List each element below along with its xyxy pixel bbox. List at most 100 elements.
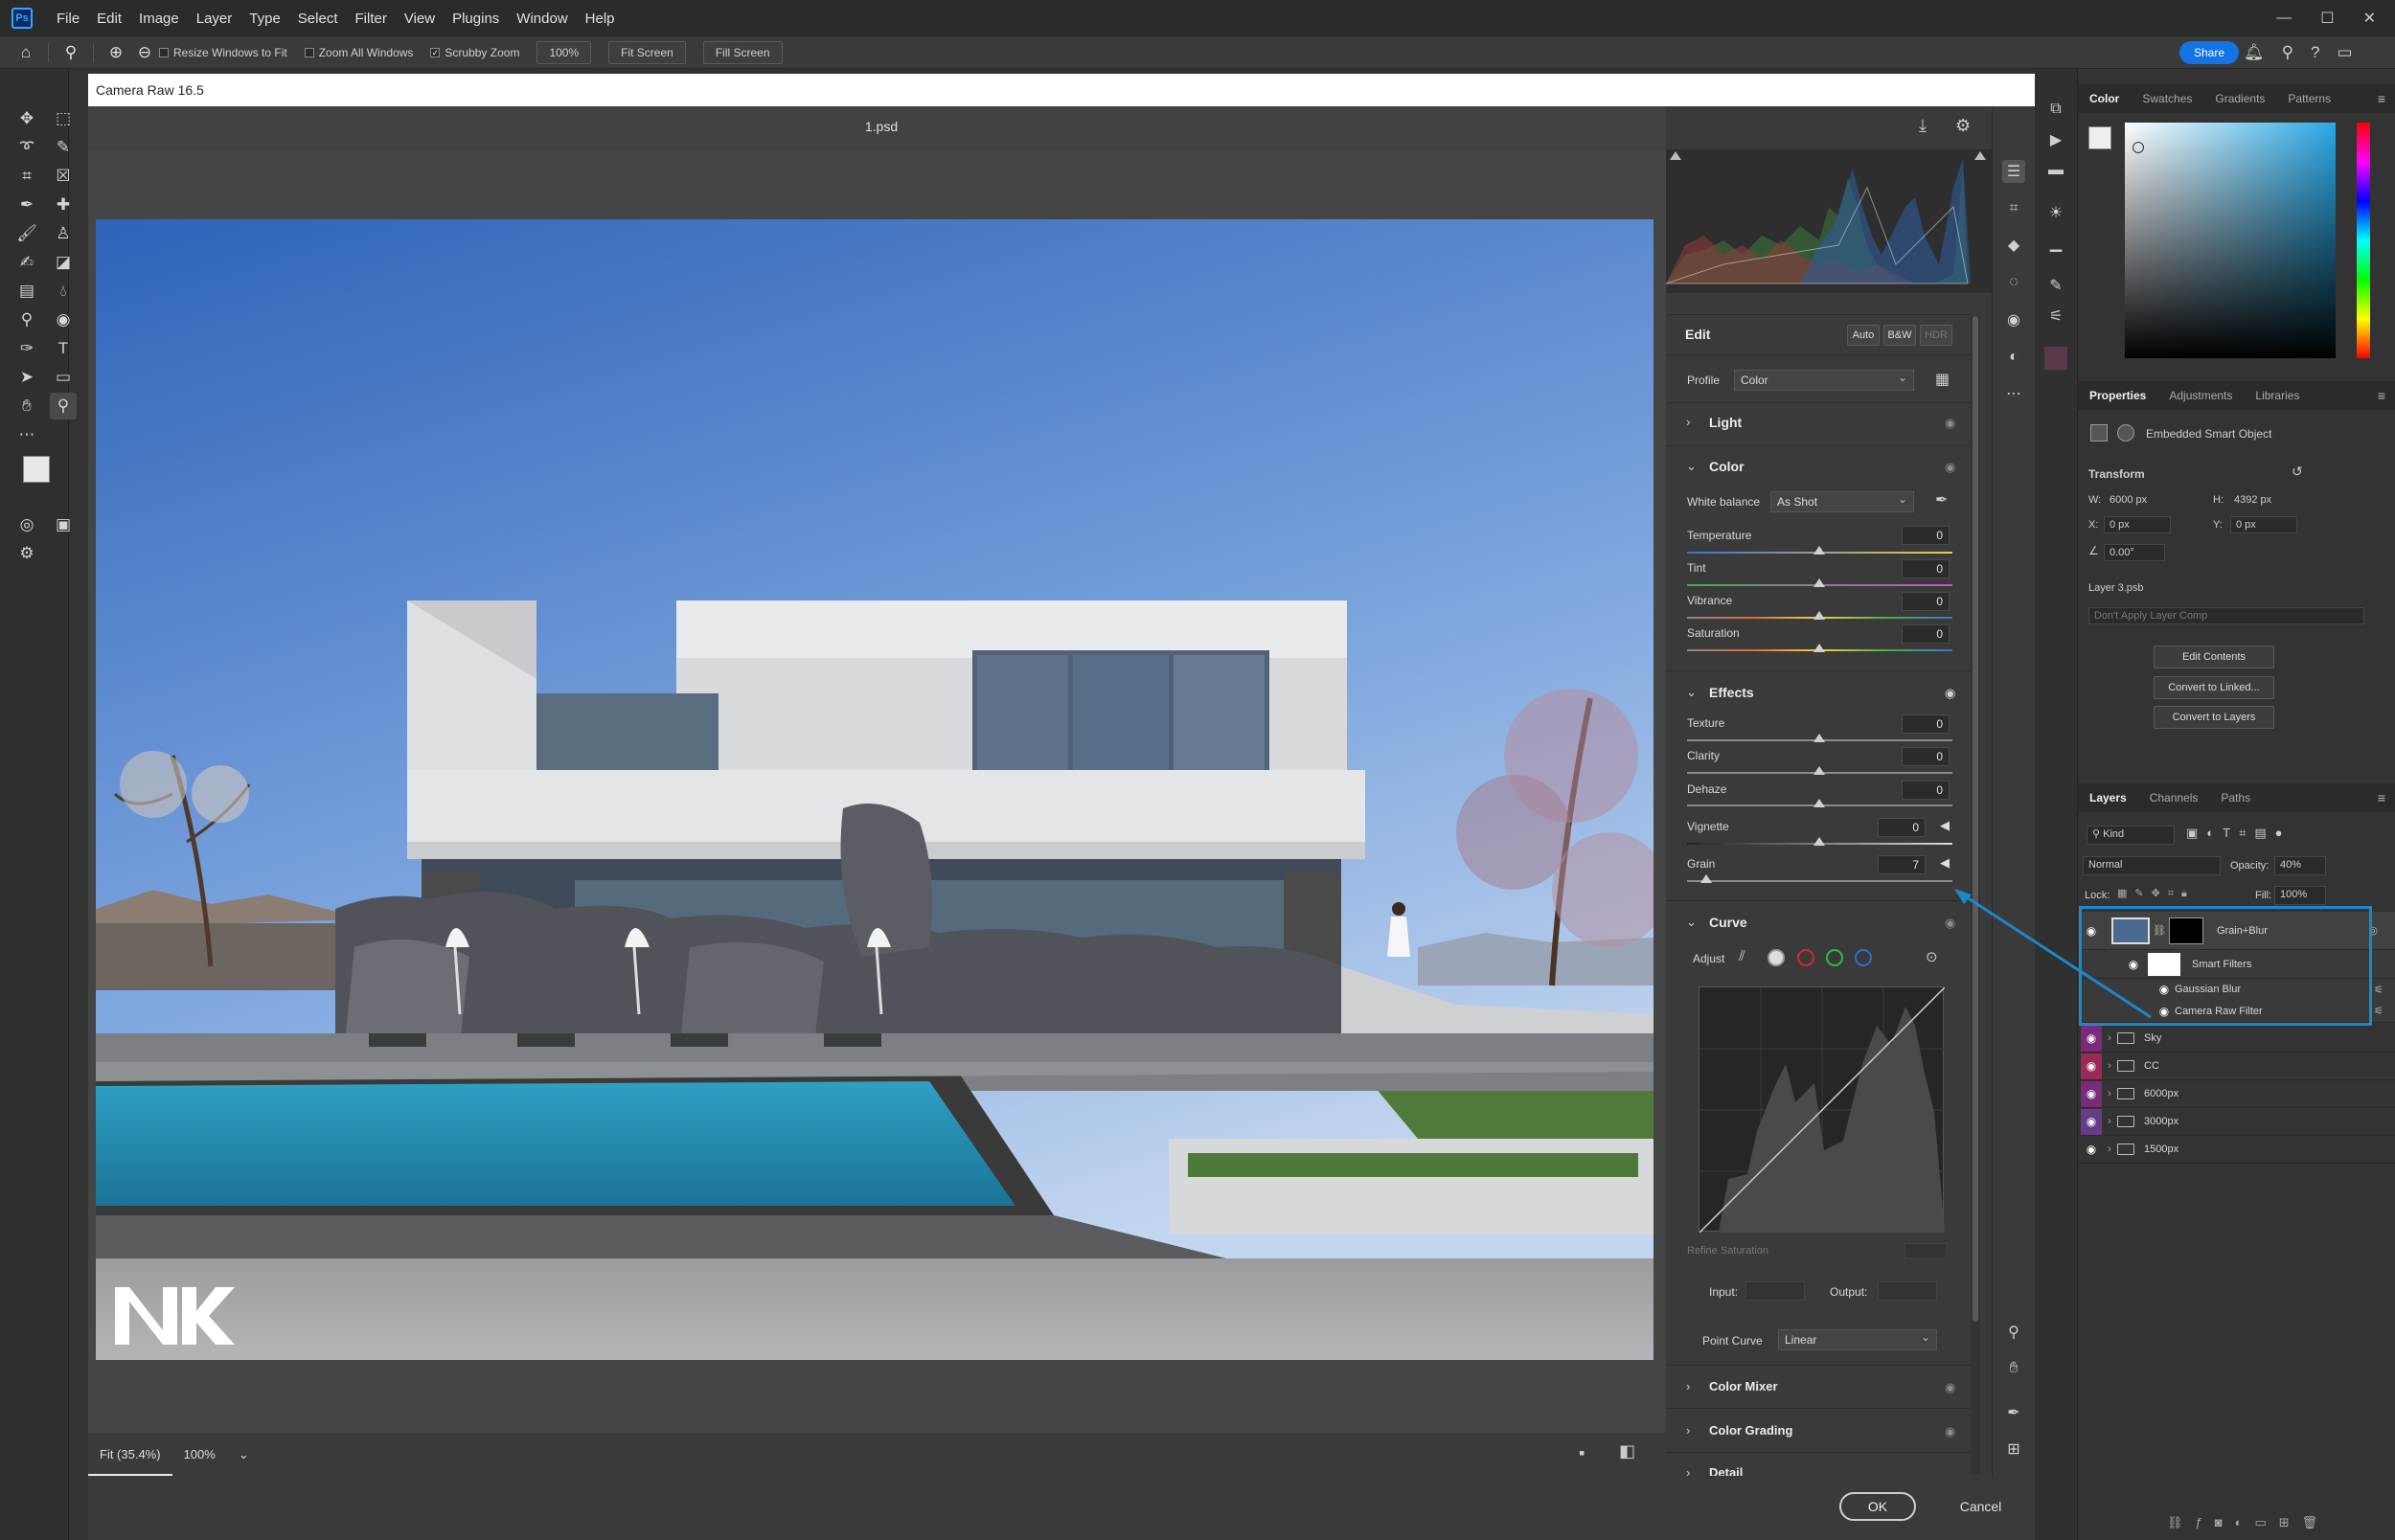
zoom-all-checkbox[interactable]: Zoom All Windows — [304, 46, 413, 59]
chevron-down-icon[interactable]: ⌄ — [1686, 685, 1697, 700]
path-select-icon[interactable]: ➤ — [13, 364, 40, 391]
chevron-right-icon[interactable]: › — [2102, 1032, 2117, 1044]
quick-mask-icon[interactable]: ◎ — [13, 511, 40, 538]
type-tool-icon[interactable]: T — [50, 335, 77, 362]
share-button[interactable]: Share — [2179, 41, 2240, 64]
adjustments-icon[interactable]: ☀ — [2044, 201, 2067, 224]
vignette-value[interactable]: 0 — [1878, 818, 1926, 837]
output-field[interactable] — [1878, 1281, 1937, 1301]
layer-actions-icons[interactable]: ⛓︎ƒ◙◐▭⊞🗑︎ — [2167, 1515, 2330, 1530]
white-balance-dropdown[interactable]: As Shot — [1770, 489, 1914, 512]
color-picker-cursor[interactable] — [2133, 142, 2144, 153]
bw-button[interactable]: B&W — [1883, 325, 1916, 346]
tint-value[interactable]: 0 — [1902, 559, 1950, 578]
color-section-title[interactable]: Color — [1709, 459, 1745, 474]
expand-triangle-icon[interactable]: ◀ — [1940, 818, 1950, 833]
crop-tool-icon[interactable]: ⌗ — [13, 163, 40, 190]
home-icon[interactable]: ⌂ — [11, 43, 40, 62]
lasso-tool-icon[interactable]: ➰︎ — [13, 134, 40, 161]
hand-icon[interactable]: ✋︎ — [2002, 1357, 2025, 1380]
panel-menu-icon[interactable]: ≡ — [2378, 790, 2385, 805]
menu-file[interactable]: File — [48, 11, 88, 27]
lock-icons[interactable]: ▦✎✥⌗🔒︎ — [2117, 887, 2195, 900]
highlight-clipping-icon[interactable] — [1974, 151, 1986, 160]
more-options-icon[interactable]: ⋯ — [2002, 382, 2025, 405]
zoom-100-button[interactable]: 100% — [172, 1433, 227, 1476]
healing-brush-icon[interactable]: ✚ — [50, 192, 77, 218]
hue-slider[interactable] — [2357, 123, 2370, 358]
workspace-icon[interactable]: ▭ — [2338, 43, 2353, 62]
foreground-swatch[interactable] — [2088, 126, 2111, 149]
visibility-eye-icon[interactable]: ◉ — [2081, 1053, 2102, 1079]
layer-group-1500px[interactable]: ◉ › 1500px — [2078, 1136, 2395, 1164]
saturation-value[interactable]: 0 — [1902, 624, 1950, 644]
hdr-button[interactable]: HDR — [1920, 325, 1952, 346]
filter-options-icon[interactable]: ⚟ — [2374, 1005, 2384, 1017]
chevron-down-icon[interactable]: ⌄ — [1686, 459, 1697, 474]
panel-menu-icon[interactable]: ≡ — [2378, 91, 2385, 106]
grid-overlay-icon[interactable]: ⊞ — [2002, 1438, 2025, 1461]
menu-view[interactable]: View — [396, 11, 444, 27]
chevron-down-icon[interactable]: ⌄ — [1686, 915, 1697, 930]
vignette-thumb[interactable] — [1813, 837, 1825, 846]
eye-icon[interactable]: ◉ — [1945, 416, 1955, 431]
tab-gradients[interactable]: Gradients — [2203, 92, 2276, 105]
red-eye-icon[interactable]: ◉ — [2002, 308, 2025, 331]
tab-layers[interactable]: Layers — [2078, 791, 2138, 804]
convert-to-linked-button[interactable]: Convert to Linked... — [2154, 676, 2274, 699]
menu-image[interactable]: Image — [130, 11, 188, 27]
temperature-value[interactable]: 0 — [1902, 526, 1950, 545]
tab-channels[interactable]: Channels — [2138, 791, 2210, 804]
menu-type[interactable]: Type — [240, 11, 289, 27]
eye-icon[interactable]: ◉ — [1945, 916, 1955, 931]
light-section-title[interactable]: Light — [1709, 415, 1742, 430]
tab-libraries[interactable]: Libraries — [2244, 389, 2311, 402]
foreground-color-swatch[interactable] — [23, 456, 50, 483]
tab-adjustments[interactable]: Adjustments — [2157, 389, 2244, 402]
curve-section-title[interactable]: Curve — [1709, 915, 1747, 930]
layer-group-6000px[interactable]: ◉ › 6000px — [2078, 1080, 2395, 1108]
properties-icon[interactable]: ⚟ — [2044, 305, 2067, 328]
menu-plugins[interactable]: Plugins — [444, 11, 508, 27]
chevron-right-icon[interactable]: › — [1686, 1379, 1690, 1393]
chevron-right-icon[interactable]: › — [1686, 1423, 1690, 1438]
move-tool-icon[interactable]: ✥ — [13, 105, 40, 132]
remove-tool-icon[interactable]: ◆ — [2002, 234, 2025, 257]
expand-triangle-icon[interactable]: ◀ — [1940, 855, 1950, 871]
saturation-thumb[interactable] — [1813, 644, 1825, 652]
brush-settings-icon[interactable]: ✎ — [2044, 274, 2067, 297]
search-icon[interactable]: ⚲ — [2282, 43, 2293, 62]
color-sampler-icon[interactable]: ✒ — [2002, 1401, 2025, 1424]
eye-icon[interactable]: ◉ — [1945, 460, 1955, 475]
layer-group-cc[interactable]: ◉ › CC — [2078, 1053, 2395, 1080]
save-icon[interactable]: ⤓ — [1919, 116, 1927, 136]
settings-gear-icon[interactable]: ⚙ — [1955, 116, 1971, 136]
zoom-icon[interactable]: ⚲ — [2002, 1321, 2025, 1344]
before-after-icon[interactable]: ◧ — [1619, 1441, 1635, 1461]
rectangle-tool-icon[interactable]: ▭ — [50, 364, 77, 391]
grain-thumb[interactable] — [1700, 874, 1712, 883]
menu-window[interactable]: Window — [508, 11, 576, 27]
tab-color[interactable]: Color — [2078, 92, 2131, 105]
detail-title[interactable]: Detail — [1709, 1465, 1743, 1476]
zoom-tool-icon[interactable]: ⚲ — [50, 393, 77, 419]
close-icon[interactable]: ✕ — [2363, 9, 2376, 28]
tint-thumb[interactable] — [1813, 578, 1825, 587]
menu-select[interactable]: Select — [289, 11, 347, 27]
history-icon[interactable]: ⧉ — [2044, 98, 2067, 121]
tab-swatches[interactable]: Swatches — [2131, 92, 2203, 105]
zoom-in-icon[interactable]: ⊕ — [102, 43, 130, 62]
chevron-right-icon[interactable]: › — [2102, 1060, 2117, 1072]
dehaze-thumb[interactable] — [1813, 799, 1825, 807]
more-tools-icon[interactable]: ⋯ — [13, 421, 40, 448]
bell-icon[interactable]: 🔔︎ — [2244, 43, 2265, 62]
zoom-tool-icon[interactable]: ⚲ — [57, 43, 85, 62]
chevron-right-icon[interactable]: › — [2102, 1144, 2117, 1155]
fill-screen-button[interactable]: Fill Screen — [702, 40, 783, 64]
visibility-eye-icon[interactable]: ◉ — [2081, 1108, 2102, 1135]
visibility-eye-icon[interactable]: ◉ — [2081, 1025, 2102, 1052]
menu-layer[interactable]: Layer — [188, 11, 241, 27]
histogram-icon[interactable]: ▁ — [2044, 232, 2067, 255]
eyedropper-icon[interactable]: ✒ — [13, 192, 40, 218]
menu-help[interactable]: Help — [577, 11, 624, 27]
